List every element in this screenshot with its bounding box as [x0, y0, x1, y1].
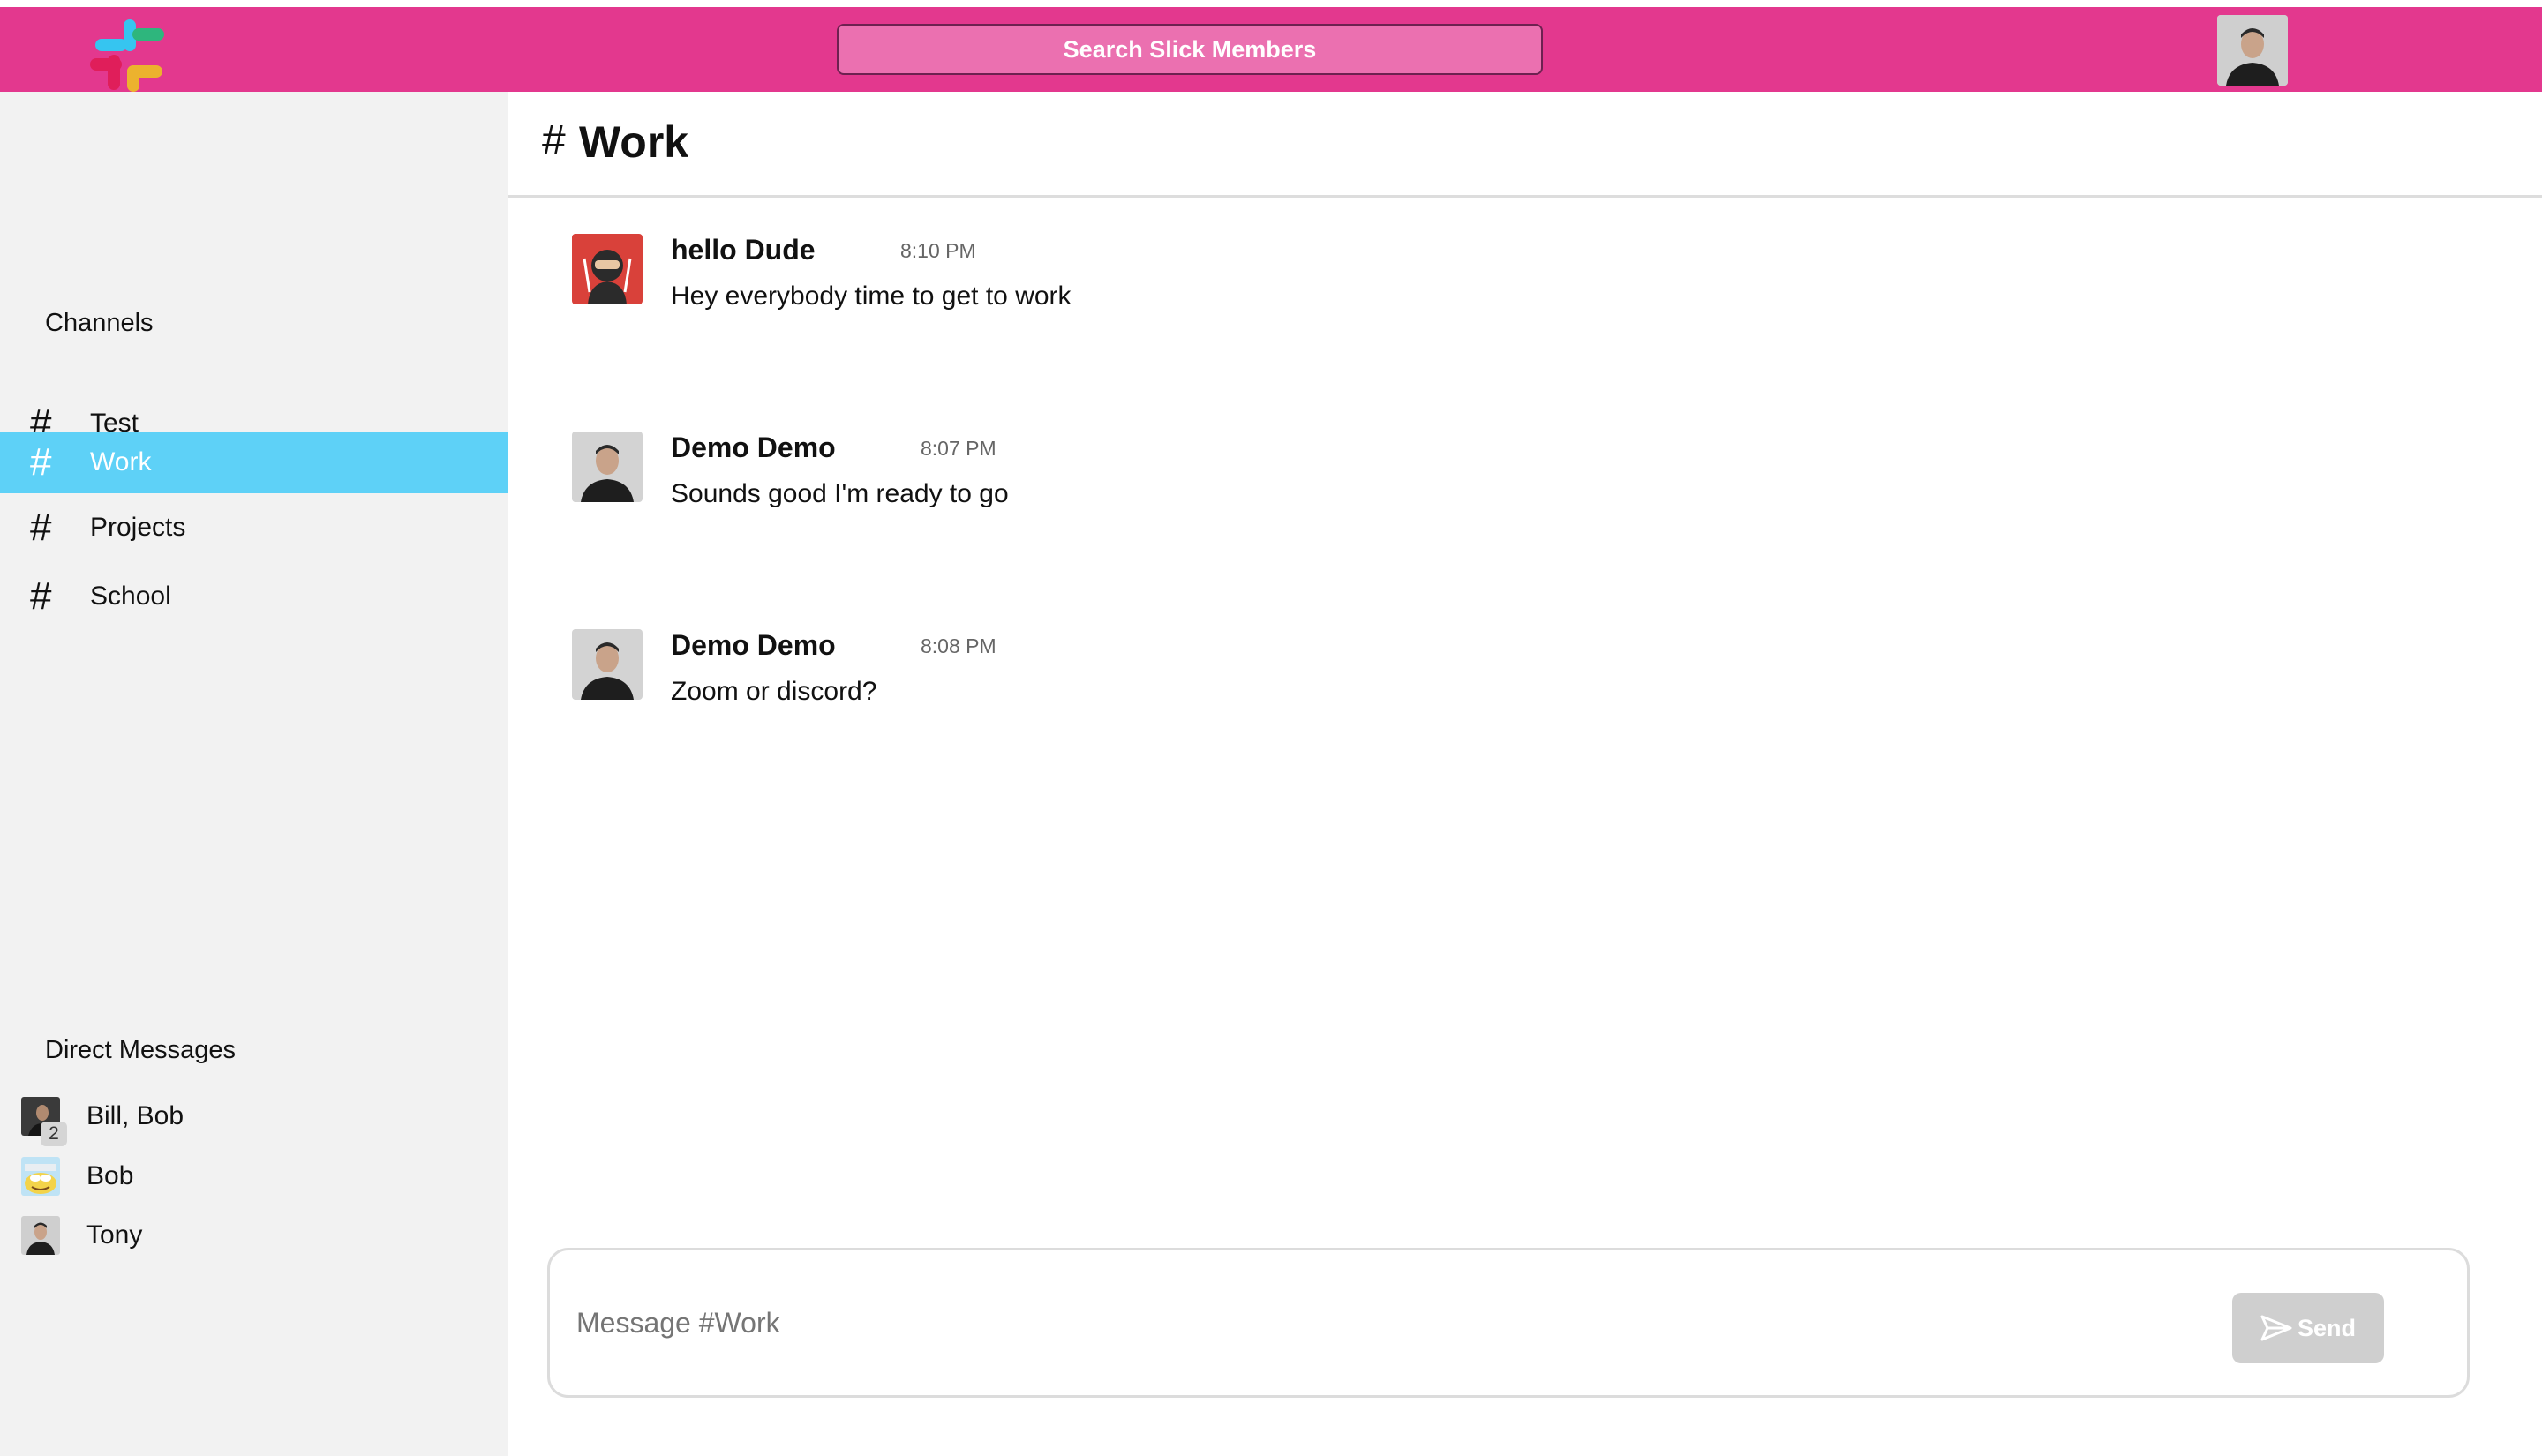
message-item: hello Dude 8:10 PM Hey everybody time to… — [572, 234, 2337, 340]
message-time: 8:10 PM — [900, 239, 976, 262]
send-icon — [2260, 1315, 2292, 1341]
hash-icon: # — [30, 440, 52, 484]
dm-item-bill-bob[interactable]: 2 Bill, Bob — [0, 1092, 508, 1146]
dm-label: Bill, Bob — [86, 1101, 184, 1130]
search-members-bar[interactable]: Search Slick Members — [837, 24, 1543, 75]
avatar: 2 — [21, 1097, 67, 1146]
avatar[interactable] — [572, 432, 643, 502]
message-time: 8:07 PM — [921, 437, 996, 460]
hash-icon: # — [30, 506, 52, 549]
user-avatar[interactable] — [2217, 15, 2288, 86]
slack-logo-icon[interactable] — [90, 19, 164, 94]
message-input[interactable] — [576, 1295, 2253, 1351]
send-button[interactable]: Send — [2232, 1293, 2384, 1363]
send-label: Send — [2297, 1314, 2356, 1341]
message-text: Zoom or discord? — [671, 677, 877, 706]
message-text: Sounds good I'm ready to go — [671, 479, 1009, 508]
dm-label: Tony — [86, 1220, 143, 1250]
message-item: Demo Demo 8:07 PM Sounds good I'm ready … — [572, 432, 2337, 537]
channel-item-school[interactable]: # School — [0, 566, 508, 627]
message-composer: Send — [547, 1248, 2470, 1398]
avatar[interactable] — [572, 629, 643, 700]
app-header: Search Slick Members — [0, 7, 2542, 92]
channel-item-projects[interactable]: # Projects — [0, 497, 508, 559]
sidebar: Channels # Test # Work # Projects # Scho… — [0, 92, 508, 1456]
top-strip — [0, 0, 2542, 7]
channel-title: Work — [579, 117, 689, 167]
message-author[interactable]: Demo Demo — [671, 629, 836, 662]
channel-label: School — [90, 582, 171, 611]
channels-heading: Channels — [45, 309, 154, 337]
channel-label: Projects — [90, 513, 186, 542]
search-label: Search Slick Members — [1063, 36, 1317, 63]
channel-header: # Work — [508, 92, 2542, 198]
main-panel: # Work hello Dude 8:10 PM Hey everybody … — [508, 92, 2542, 1456]
message-text: Hey everybody time to get to work — [671, 281, 1072, 311]
unread-badge: 2 — [41, 1122, 67, 1146]
message-author[interactable]: hello Dude — [671, 234, 816, 266]
dm-label: Bob — [86, 1161, 134, 1190]
channel-hash: # — [542, 117, 566, 164]
channel-item-work[interactable]: # Work — [0, 432, 508, 493]
message-time: 8:08 PM — [921, 634, 996, 657]
message-item: Demo Demo 8:08 PM Zoom or discord? — [572, 629, 2337, 735]
avatar[interactable] — [572, 234, 643, 304]
dm-item-bob[interactable]: Bob — [0, 1152, 508, 1201]
direct-messages-heading: Direct Messages — [45, 1036, 236, 1064]
hash-icon: # — [30, 574, 52, 618]
dm-item-tony[interactable]: Tony — [0, 1211, 508, 1260]
message-author[interactable]: Demo Demo — [671, 432, 836, 464]
avatar — [21, 1216, 60, 1255]
avatar — [21, 1157, 60, 1196]
channel-label: Work — [90, 447, 152, 477]
